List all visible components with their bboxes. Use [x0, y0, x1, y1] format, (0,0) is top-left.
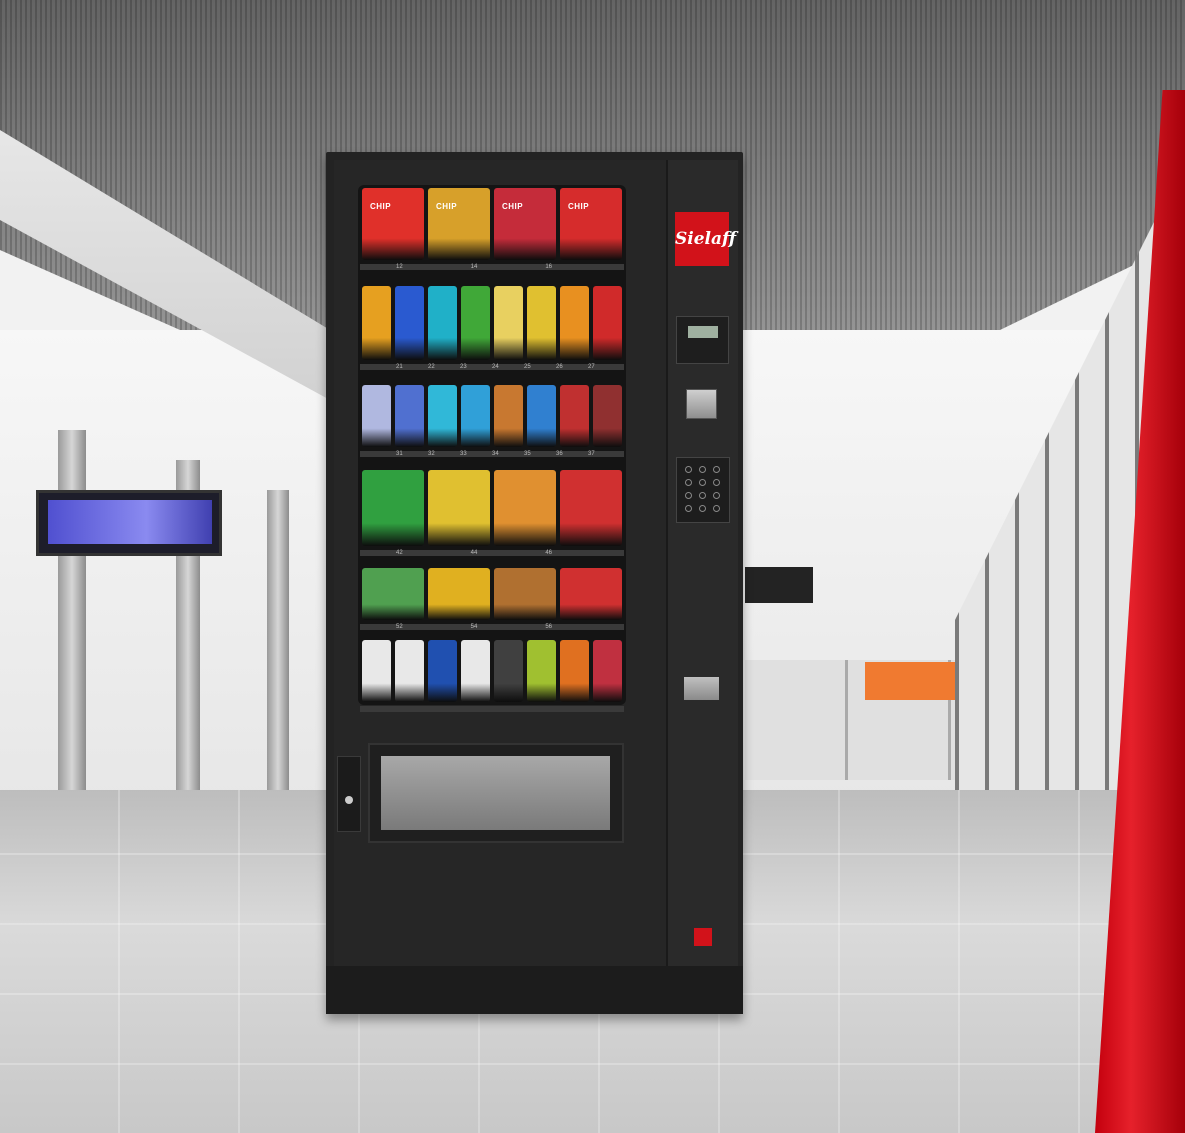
product-item [593, 286, 622, 360]
shelf [360, 706, 624, 712]
shelf-number-tag: 33 [460, 451, 467, 457]
product-item [560, 385, 589, 447]
keypad-key[interactable] [713, 466, 720, 473]
product-item [560, 188, 622, 260]
shelf-number-tag: 21 [396, 364, 403, 370]
product-item [362, 640, 391, 702]
product-item [494, 640, 523, 702]
product-item [494, 188, 556, 260]
product-item [494, 286, 523, 360]
product-item [593, 385, 622, 447]
shelf-number-tag: 36 [556, 451, 563, 457]
machine-base [326, 966, 743, 1014]
info-display-screen [48, 500, 212, 544]
orange-wall-panel [865, 662, 957, 700]
shelf-number-tag: 44 [470, 550, 478, 556]
shelf-number-tag: 16 [545, 264, 553, 270]
product-item [362, 385, 391, 447]
pickup-flap[interactable] [381, 756, 610, 830]
product-item [428, 286, 457, 360]
product-item [527, 640, 556, 702]
brand-logo: Sielaff [675, 212, 736, 266]
keypad-key[interactable] [699, 492, 706, 499]
keypad-key[interactable] [699, 479, 706, 486]
selection-keypad[interactable] [676, 457, 730, 523]
small-brand-logo [694, 928, 712, 946]
keypad-key[interactable] [699, 466, 706, 473]
shelf-number-tag: 56 [545, 624, 553, 630]
keypad-key[interactable] [713, 479, 720, 486]
station-hall-scene: Sielaff [0, 0, 1185, 1133]
keypad-key[interactable] [713, 505, 720, 512]
product-item [560, 568, 622, 620]
product-item [494, 568, 556, 620]
product-item [560, 640, 589, 702]
product-item [527, 385, 556, 447]
product-item [560, 470, 622, 546]
shelf-number-tag: 31 [396, 451, 403, 457]
shelf-number-tag: 26 [556, 364, 563, 370]
payment-display [676, 316, 729, 364]
shelf-number-tag: 23 [460, 364, 467, 370]
door-lock [337, 756, 361, 832]
shelf-number-tag: 46 [545, 550, 553, 556]
product-item [395, 640, 424, 702]
keypad-key[interactable] [685, 466, 692, 473]
product-item [461, 640, 490, 702]
product-brand-label: CHIP [568, 202, 590, 211]
product-item [428, 640, 457, 702]
product-item [527, 286, 556, 360]
keypad-key[interactable] [713, 492, 720, 499]
product-item [428, 385, 457, 447]
product-item [362, 568, 424, 620]
shelf-number-tag: 54 [470, 624, 478, 630]
shelf-number-tag: 27 [588, 364, 595, 370]
product-item [395, 385, 424, 447]
shelf-number-tag: 37 [588, 451, 595, 457]
lcd-screen [688, 326, 718, 338]
pillar [58, 430, 86, 815]
control-panel [666, 160, 738, 968]
keypad-key[interactable] [685, 492, 692, 499]
product-item [362, 286, 391, 360]
pillar [267, 490, 289, 800]
shelf-number-tag: 25 [524, 364, 531, 370]
shelf-number-tag: 14 [470, 264, 478, 270]
product-item [461, 385, 490, 447]
shelf-number-tag: 34 [492, 451, 499, 457]
shelf-number-tag: 24 [492, 364, 499, 370]
product-item [395, 286, 424, 360]
product-brand-label: CHIP [370, 202, 392, 211]
keypad-key[interactable] [685, 479, 692, 486]
product-item [494, 470, 556, 546]
shelf-number-tag: 42 [396, 550, 403, 556]
shelf-number-tag: 32 [428, 451, 435, 457]
coin-return-button[interactable] [684, 677, 719, 700]
product-item [428, 188, 490, 260]
product-item [362, 188, 424, 260]
product-brand-label: CHIP [436, 202, 458, 211]
shelf-number-tag: 12 [396, 264, 403, 270]
keypad-key[interactable] [685, 505, 692, 512]
product-item [428, 568, 490, 620]
product-brand-label: CHIP [502, 202, 524, 211]
product-item [362, 470, 424, 546]
keypad-key[interactable] [699, 505, 706, 512]
shelf-number-tag: 52 [396, 624, 403, 630]
hanging-sign [745, 567, 813, 603]
product-item [461, 286, 490, 360]
product-item [593, 640, 622, 702]
product-item [494, 385, 523, 447]
shelf-number-tag: 35 [524, 451, 531, 457]
product-item [428, 470, 490, 546]
coin-slot[interactable] [686, 389, 717, 419]
keyhole-icon [345, 796, 353, 804]
product-item [560, 286, 589, 360]
shelf-number-tag: 22 [428, 364, 435, 370]
